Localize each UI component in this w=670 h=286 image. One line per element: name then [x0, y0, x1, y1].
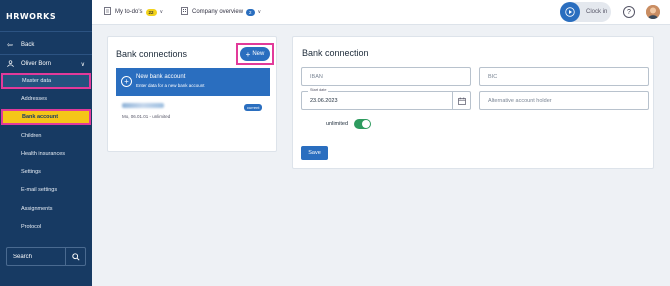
user-menu[interactable]: Oliver Born ∨ — [0, 57, 92, 71]
divider — [0, 31, 92, 32]
calendar-icon[interactable] — [452, 92, 470, 109]
search-input[interactable] — [7, 253, 65, 260]
sidebar-search — [6, 247, 86, 266]
sidebar-item-bank-account[interactable]: Bank account — [1, 109, 91, 125]
company-overview-label: Company overview — [192, 9, 244, 15]
building-icon — [181, 7, 188, 17]
chevron-down-icon: ∨ — [159, 9, 164, 15]
chevron-down-icon: ∨ — [80, 61, 85, 68]
back-label: Back — [21, 42, 35, 48]
unlimited-toggle[interactable] — [354, 119, 371, 129]
plus-circle-icon: + — [121, 76, 132, 87]
new-button-highlight: + New — [236, 43, 274, 65]
start-date-label: Start date — [308, 88, 329, 92]
start-date-field[interactable]: Start date 23.06.2023 — [301, 88, 471, 110]
person-icon — [7, 59, 17, 69]
chevron-down-icon: ∨ — [257, 9, 262, 15]
clipboard-icon — [104, 7, 111, 17]
save-button[interactable]: Save — [301, 146, 328, 160]
sidebar-item-email-settings[interactable]: E-mail settings — [0, 183, 92, 197]
sidebar-item-addresses[interactable]: Addresses — [0, 92, 92, 106]
play-icon — [560, 2, 580, 22]
bank-connection-form: Bank connection IBAN BIC Start date 23.0… — [292, 36, 654, 169]
bic-field[interactable]: BIC — [479, 67, 649, 86]
new-bank-connection-button[interactable]: + New — [240, 47, 270, 61]
todos-menu[interactable]: My to-do's 22 ∨ — [104, 7, 163, 17]
back-button[interactable]: ⇦ Back — [0, 38, 92, 52]
sidebar-item-health-insurances[interactable]: Health insurances — [0, 147, 92, 161]
new-bank-account-subtitle: Enter data for a new bank account — [136, 83, 205, 88]
sidebar-item-master-data[interactable]: Master data — [1, 73, 91, 89]
clock-in-button[interactable]: Clock in — [560, 2, 611, 22]
app-logo: HRWORKS — [6, 12, 57, 21]
company-count-badge: 2 — [246, 8, 255, 16]
divider — [0, 54, 92, 55]
help-icon[interactable]: ? — [623, 6, 635, 18]
back-arrow-icon: ⇦ — [7, 42, 13, 49]
todos-label: My to-do's — [115, 9, 143, 15]
start-date-value: 23.06.2023 — [310, 97, 338, 104]
new-bank-account-item[interactable]: + New bank account Enter data for a new … — [116, 68, 270, 96]
clock-in-label: Clock in — [586, 9, 608, 15]
current-badge: current — [244, 104, 263, 111]
top-bar: My to-do's 22 ∨ Company overview 2 ∨ Clo… — [92, 0, 670, 25]
unlimited-label: unlimited — [326, 121, 349, 127]
sidebar-item-children[interactable]: Children — [0, 129, 92, 143]
new-label: New — [252, 51, 265, 57]
user-name: Oliver Born — [21, 61, 52, 67]
sidebar-item-settings[interactable]: Settings — [0, 165, 92, 179]
company-overview-menu[interactable]: Company overview 2 ∨ — [181, 7, 261, 17]
account-validity: Mo, 06.01.01 - unlimited — [122, 114, 171, 119]
new-bank-account-title: New bank account — [136, 74, 186, 80]
sidebar: HRWORKS ⇦ Back Oliver Born ∨ Master data… — [0, 0, 92, 286]
iban-field[interactable]: IBAN — [301, 67, 471, 86]
toggle-knob — [362, 120, 370, 128]
bank-connection-title: Bank connection — [302, 48, 369, 58]
sidebar-item-protocol[interactable]: Protocol — [0, 220, 92, 234]
alternative-account-holder-field[interactable]: Alternative account holder — [479, 91, 649, 110]
plus-icon: + — [245, 49, 251, 59]
sidebar-item-assignments[interactable]: Assignments — [0, 202, 92, 216]
todos-count-badge: 22 — [145, 8, 157, 16]
search-icon[interactable] — [65, 248, 85, 265]
avatar[interactable] — [646, 5, 660, 19]
blurred-account-number[interactable] — [122, 103, 164, 108]
bank-connections-panel: Bank connections + New + New bank accoun… — [107, 36, 277, 152]
bank-connections-title: Bank connections — [116, 49, 188, 59]
